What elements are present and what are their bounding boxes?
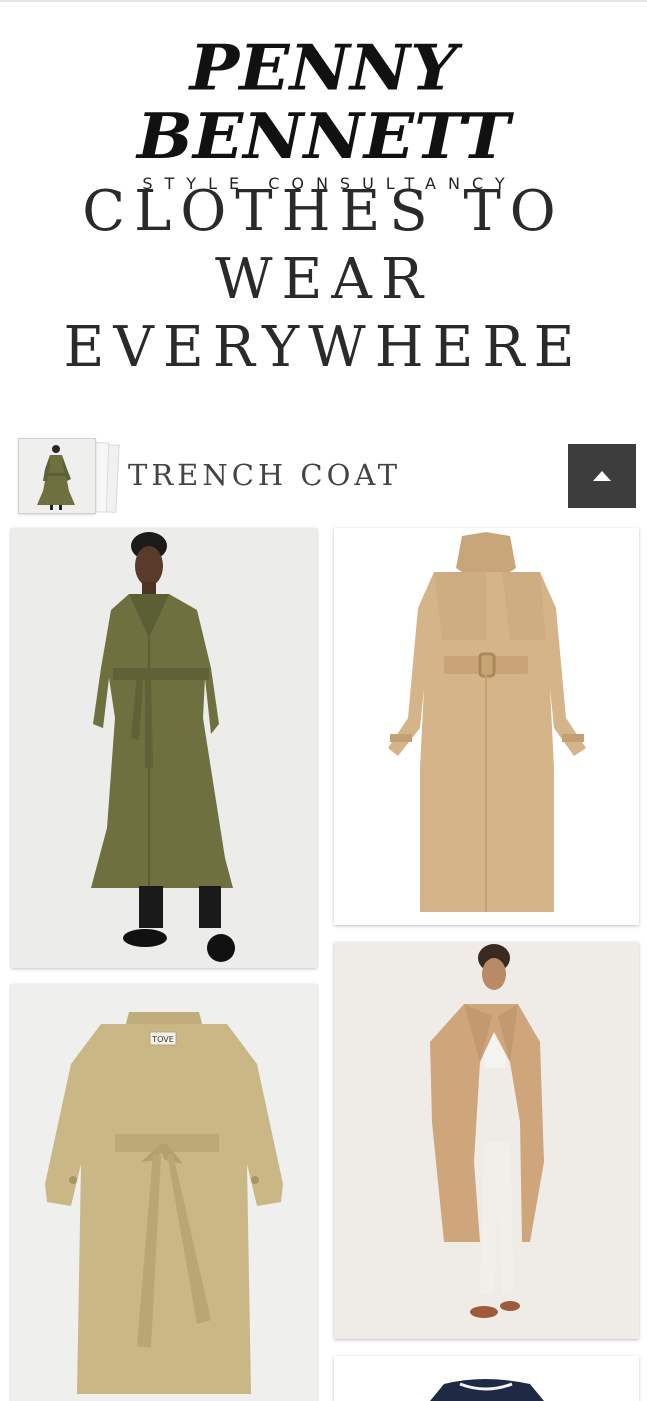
beige-trench-coat-image: [334, 528, 639, 925]
headline-line-3: EVERYWHERE: [63, 315, 584, 380]
product-card-olive-trench[interactable]: [11, 528, 317, 968]
section-header: TRENCH COAT: [18, 438, 638, 514]
thumbnail-coat-image: [19, 439, 95, 513]
brand-name: PENNY BENNETT: [137, 30, 510, 174]
product-card-camel-trench[interactable]: [334, 942, 639, 1339]
thumbnail-card-front: [18, 438, 96, 514]
navy-knit-image: [334, 1356, 639, 1401]
khaki-trench-coat-image: TOVE: [11, 984, 317, 1401]
headline-line-2: WEAR: [214, 247, 433, 312]
top-divider: [0, 0, 647, 2]
scroll-to-top-button[interactable]: [568, 444, 636, 508]
brand-label-tove: TOVE: [151, 1035, 174, 1044]
page-headline: CLOTHES TO WEAR EVERYWHERE: [0, 178, 647, 382]
section-thumbnail[interactable]: [18, 438, 122, 514]
caret-up-icon: [593, 471, 611, 481]
product-card-khaki-trench[interactable]: TOVE: [11, 984, 317, 1401]
brand-logo[interactable]: PENNY BENNETT STYLE CONSULTANCY: [0, 30, 647, 193]
headline-line-1: CLOTHES TO: [82, 179, 565, 244]
product-card-beige-trench[interactable]: [334, 528, 639, 925]
olive-trench-coat-image: [11, 528, 317, 968]
section-title: TRENCH COAT: [128, 458, 402, 492]
product-card-navy-knit[interactable]: [334, 1356, 639, 1401]
camel-trench-coat-image: [334, 942, 639, 1339]
